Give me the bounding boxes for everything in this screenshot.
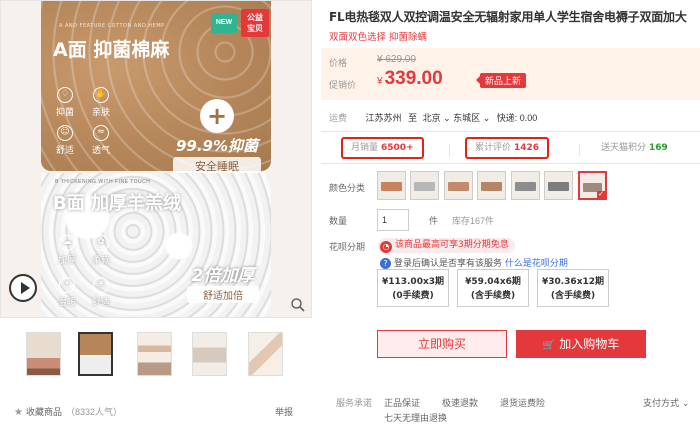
qty-label: 数量 [329, 217, 348, 227]
service-label: 服务承诺 [336, 398, 373, 408]
new-tag: NEW [211, 13, 237, 33]
review-count[interactable]: 累计评价 1426 [465, 137, 550, 159]
qty-unit: 件 [429, 216, 439, 226]
orig-price-label: 价格 [329, 58, 348, 68]
color-option-6[interactable] [544, 171, 573, 200]
cloud-icon: ☁ [59, 235, 75, 251]
report-link[interactable]: 举报 [275, 405, 293, 418]
price-panel: 价格 ¥ 629.00 促销价 ¥339.00 新品上新 [321, 48, 700, 100]
star-icon: ★ [14, 407, 23, 418]
question-icon: ? [380, 258, 391, 269]
product-title: FL电热毯双人双控调温安全无辐射家用单人学生宿舍电褥子双面加大 [329, 10, 687, 24]
color-option-7[interactable] [578, 171, 607, 200]
installment-label: 花呗分期 [329, 243, 366, 253]
color-option-3[interactable] [444, 171, 473, 200]
play-video-button[interactable] [9, 274, 37, 302]
leaf-icon: ❀ [93, 277, 109, 293]
monthly-sales: 月销量 6500+ [341, 137, 424, 159]
login-note: ? 登录后确认是否享有该服务 什么是花呗分期 [380, 256, 568, 269]
quantity-input[interactable]: 1 [377, 209, 409, 231]
installment-promo: ◔ 该商品最高可享3期分期免息 [378, 238, 515, 253]
color-option-1[interactable] [377, 171, 406, 200]
divider [321, 163, 700, 164]
feature-comfort: ☺ 舒适 [55, 125, 74, 156]
badge-99-antibacterial: + 99.9%抑菌 安全睡眠 [173, 99, 261, 175]
badge-2x-thick: 2倍加厚 舒适加倍 [187, 261, 259, 303]
feature-antibacterial: ♢ 抑菌 [55, 87, 74, 118]
original-price: ¥ 629.00 [377, 54, 416, 65]
panel-b-title: B面 加厚羊羔绒 [53, 193, 181, 214]
zoom-icon[interactable] [290, 297, 306, 313]
thumbnail-4[interactable] [192, 332, 227, 376]
service-return-shipping[interactable]: 退货运费险 [500, 396, 545, 409]
chevron-down-icon: ⌄ [440, 113, 451, 123]
new-product-badge: 新品上新 [475, 73, 527, 88]
feature-breathable: ≈ 透气 [91, 125, 110, 156]
color-label: 颜色分类 [329, 184, 366, 194]
smile-icon: ☺ [57, 125, 73, 141]
tmall-points: 送天猫积分 169 [601, 143, 668, 153]
drop-icon: ♢ [57, 87, 73, 103]
favorite-button[interactable]: ★ 收藏商品 （8332人气） [14, 405, 122, 418]
installment-plan-6[interactable]: ¥59.04x6期 (含手续费) [457, 269, 529, 307]
thumbnail-3[interactable] [137, 332, 172, 376]
flower-icon: ✿ [93, 235, 109, 251]
ship-dest-city[interactable]: 北京 ⌄ [423, 113, 451, 123]
panel-a-title: A面 抑菌棉麻 [53, 39, 170, 61]
favorite-count: （8332人气） [65, 407, 123, 417]
feature-skin: ✋ 亲肤 [91, 87, 110, 118]
charity-tag: 公益 宝贝 [241, 9, 269, 37]
stock-text: 库存167件 [452, 216, 495, 226]
panel-b-tiny: B THICKENING WITH FINE TOUCH [55, 179, 151, 185]
wind-icon: ≈ [93, 125, 109, 141]
huabei-icon: ◔ [380, 241, 392, 253]
thumbnail-5[interactable] [248, 332, 283, 376]
payment-method-dropdown[interactable]: 支付方式 ⌄ [643, 396, 689, 409]
main-product-image[interactable]: A AND FEATURE COTTON AND HEMP A面 抑菌棉麻 ♢ 抑… [0, 0, 312, 318]
promo-price-label: 促销价 [329, 80, 357, 90]
color-option-2[interactable] [410, 171, 439, 200]
service-seven-day-return[interactable]: 七天无理由退换 [384, 411, 447, 424]
installment-plan-12[interactable]: ¥30.36x12期 (含手续费) [537, 269, 609, 307]
cart-icon: 🛒 [542, 340, 556, 351]
feature-thick: ☁ 加厚 [57, 235, 76, 266]
plus-icon: + [200, 99, 234, 133]
feature-comfy: ❀ 舒适 [91, 277, 110, 308]
panel-a-tiny: A AND FEATURE COTTON AND HEMP [59, 23, 165, 29]
service-genuine[interactable]: 正品保证 [384, 396, 420, 409]
feature-warm: ☀ 温暖 [57, 277, 76, 308]
shipping-row: 运费 江苏苏州 至 北京 ⌄ 东城区 ⌄ 快递: 0.00 [329, 113, 538, 123]
thumbnail-strip [26, 332, 286, 376]
sun-icon: ☀ [59, 277, 75, 293]
thumbnail-1[interactable] [26, 332, 61, 376]
thumbnail-2[interactable] [78, 332, 113, 376]
chevron-down-icon: ⌄ [480, 113, 491, 123]
what-is-huabei-link[interactable]: 什么是花呗分期 [505, 259, 568, 269]
feature-soft: ✿ 柔软 [91, 235, 110, 266]
product-subtitle: 双面双色选择 抑菌除螨 [329, 32, 428, 43]
hand-icon: ✋ [93, 87, 109, 103]
stats-bar: 月销量 6500+ 累计评价 1426 送天猫积分 169 [321, 132, 700, 161]
panel-b-graphic: B THICKENING WITH FINE TOUCH B面 加厚羊羔绒 ☁ 加… [41, 173, 271, 317]
ship-from: 江苏苏州 [365, 113, 402, 123]
color-option-4[interactable] [477, 171, 506, 200]
buy-now-button[interactable]: 立即购买 [377, 330, 507, 358]
color-option-5[interactable] [511, 171, 540, 200]
ship-fee: 快递: 0.00 [496, 113, 538, 123]
installment-plan-3[interactable]: ¥113.00x3期 (0手续费) [377, 269, 449, 307]
promo-price: ¥339.00 [377, 68, 443, 89]
ship-dest-area[interactable]: 东城区 ⌄ [453, 113, 490, 123]
add-to-cart-button[interactable]: 🛒 加入购物车 [516, 330, 646, 358]
service-fast-refund[interactable]: 极速退款 [442, 396, 478, 409]
